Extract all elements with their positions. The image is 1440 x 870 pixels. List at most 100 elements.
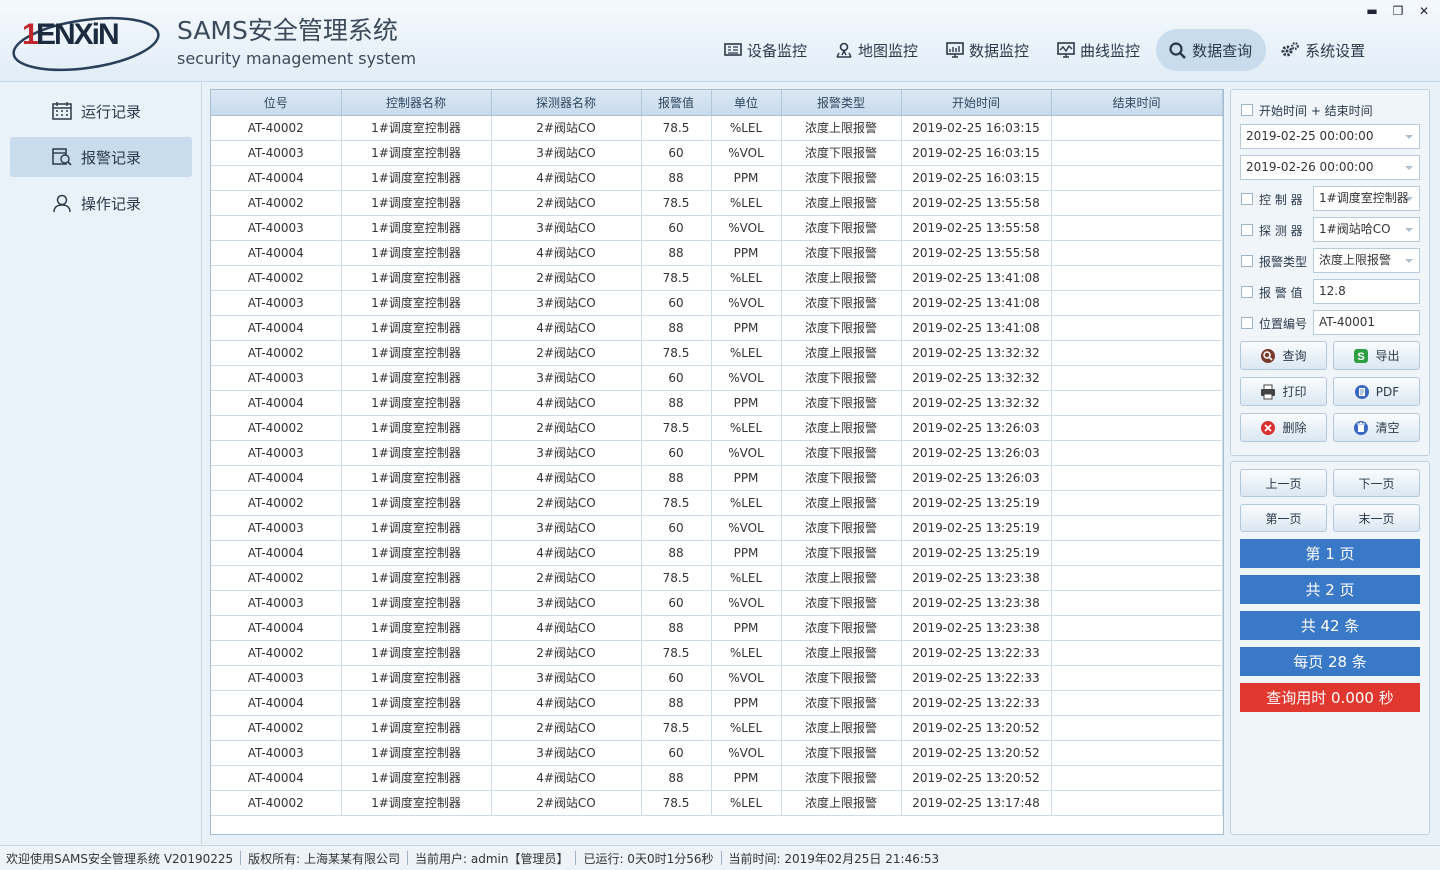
table-row[interactable]: AT-40004 1#调度室控制器 4#阀站CO 88 PPM 浓度下限报警 2019-02… [211,690,1223,716]
nav-system-settings[interactable]: 系统设置 [1268,29,1379,71]
table-cell: 2#阀站CO [491,190,642,216]
table-cell [1051,640,1223,666]
table-row[interactable]: AT-40002 1#调度室控制器 2#阀站CO 78.5 %LEL 浓度上限报警 2019… [211,115,1223,141]
table-cell [1051,390,1223,416]
table-cell: AT-40002 [211,115,342,141]
query-button[interactable]: 查询 [1240,341,1327,370]
table-cell: 2019-02-25 13:41:08 [901,315,1052,341]
nav-data-query[interactable]: 数据查询 [1156,29,1267,71]
nav-map-monitor[interactable]: 地图监控 [823,29,932,71]
prev-page-button[interactable]: 上一页 [1240,469,1327,497]
table-row[interactable]: AT-40002 1#调度室控制器 2#阀站CO 78.5 %LEL 浓度上限报警 2019… [211,565,1223,591]
export-icon: S [1354,348,1369,363]
status-current-user: 当前用户: admin【管理员】 [414,851,569,866]
table-cell [1051,340,1223,366]
table-cell [1051,490,1223,516]
nav-label: 曲线监控 [1080,41,1141,60]
table-row[interactable]: AT-40002 1#调度室控制器 2#阀站CO 78.5 %LEL 浓度上限报警 2019… [211,190,1223,216]
table-cell: 浓度下限报警 [781,390,902,416]
table-cell: %VOL [711,440,782,466]
column-header[interactable]: 报警值 [641,90,712,116]
table-row[interactable]: AT-40002 1#调度室控制器 2#阀站CO 78.5 %LEL 浓度上限报警 2019… [211,490,1223,516]
nav-curve-monitor[interactable]: 曲线监控 [1045,29,1154,71]
table-row[interactable]: AT-40004 1#调度室控制器 4#阀站CO 88 PPM 浓度下限报警 2019-02… [211,615,1223,641]
print-button[interactable]: 打印 [1240,377,1327,406]
position-input[interactable]: AT-40001 [1313,310,1420,335]
column-header[interactable]: 结束时间 [1051,90,1223,116]
table-cell: AT-40002 [211,190,342,216]
end-time-field[interactable]: 2019-02-26 00:00:00 [1240,155,1420,180]
clear-button[interactable]: 清空 [1333,413,1420,442]
table-cell: 浓度上限报警 [781,415,902,441]
table-row[interactable]: AT-40002 1#调度室控制器 2#阀站CO 78.5 %LEL 浓度上限报警 2019… [211,640,1223,666]
sidebar-item-alarm-record[interactable]: 报警记录 [10,137,192,177]
table-row[interactable]: AT-40003 1#调度室控制器 3#阀站CO 60 %VOL 浓度下限报警 2019-0… [211,740,1223,766]
table-row[interactable]: AT-40002 1#调度室控制器 2#阀站CO 78.5 %LEL 浓度上限报警 2019… [211,790,1223,816]
table-row[interactable]: AT-40004 1#调度室控制器 4#阀站CO 88 PPM 浓度下限报警 2019-02… [211,165,1223,191]
table-row[interactable]: AT-40003 1#调度室控制器 3#阀站CO 60 %VOL 浓度下限报警 2019-0… [211,290,1223,316]
controller-select[interactable]: 1#调度室控制器 [1313,186,1420,211]
table-cell: %VOL [711,215,782,241]
next-page-button[interactable]: 下一页 [1333,469,1420,497]
sidebar-item-run-record[interactable]: 运行记录 [10,91,192,131]
table-row[interactable]: AT-40003 1#调度室控制器 3#阀站CO 60 %VOL 浓度下限报警 2019-0… [211,215,1223,241]
column-header[interactable]: 位号 [211,90,342,116]
table-cell: 60 [641,590,712,616]
table-row[interactable]: AT-40004 1#调度室控制器 4#阀站CO 88 PPM 浓度下限报警 2019-02… [211,240,1223,266]
table-row[interactable]: AT-40004 1#调度室控制器 4#阀站CO 88 PPM 浓度下限报警 2019-02… [211,315,1223,341]
table-cell: AT-40002 [211,340,342,366]
table-row[interactable]: AT-40003 1#调度室控制器 3#阀站CO 60 %VOL 浓度下限报警 2019-0… [211,440,1223,466]
status-current-time: 当前时间: 2019年02月25日 21:46:53 [728,851,940,866]
table-row[interactable]: AT-40003 1#调度室控制器 3#阀站CO 60 %VOL 浓度下限报警 2019-0… [211,665,1223,691]
table-row[interactable]: AT-40004 1#调度室控制器 4#阀站CO 88 PPM 浓度下限报警 2019-02… [211,390,1223,416]
table-row[interactable]: AT-40004 1#调度室控制器 4#阀站CO 88 PPM 浓度下限报警 2019-02… [211,540,1223,566]
column-header[interactable]: 控制器名称 [341,90,492,116]
table-row[interactable]: AT-40004 1#调度室控制器 4#阀站CO 88 PPM 浓度下限报警 2019-02… [211,765,1223,791]
minimize-icon[interactable]: ▬ [1366,5,1378,17]
alarm-type-checkbox[interactable] [1241,255,1253,267]
table-cell: 3#阀站CO [491,290,642,316]
nav-device-monitor[interactable]: 设备监控 [712,29,821,71]
detector-checkbox[interactable] [1241,224,1253,236]
table-row[interactable]: AT-40003 1#调度室控制器 3#阀站CO 60 %VOL 浓度下限报警 2019-0… [211,140,1223,166]
detector-select[interactable]: 1#阀站哈CO [1313,217,1420,242]
table-cell: AT-40003 [211,365,342,391]
first-page-button[interactable]: 第一页 [1240,504,1327,532]
table-row[interactable]: AT-40003 1#调度室控制器 3#阀站CO 60 %VOL 浓度下限报警 2019-0… [211,365,1223,391]
table-cell: PPM [711,540,782,566]
nav-data-monitor[interactable]: 数据监控 [934,29,1043,71]
table-cell: 浓度上限报警 [781,565,902,591]
column-header[interactable]: 探测器名称 [491,90,642,116]
controller-checkbox[interactable] [1241,193,1253,205]
column-header[interactable]: 开始时间 [901,90,1052,116]
table-cell: 78.5 [641,715,712,741]
delete-button[interactable]: 删除 [1240,413,1327,442]
close-icon[interactable]: ✕ [1418,5,1430,17]
table-cell [1051,140,1223,166]
table-cell [1051,690,1223,716]
table-row[interactable]: AT-40004 1#调度室控制器 4#阀站CO 88 PPM 浓度下限报警 2019-02… [211,465,1223,491]
column-header[interactable]: 报警类型 [781,90,902,116]
table-cell: AT-40002 [211,715,342,741]
alarm-value-input[interactable]: 12.8 [1313,279,1420,304]
last-page-button[interactable]: 末一页 [1333,504,1420,532]
table-row[interactable]: AT-40003 1#调度室控制器 3#阀站CO 60 %VOL 浓度下限报警 2019-0… [211,515,1223,541]
table-row[interactable]: AT-40003 1#调度室控制器 3#阀站CO 60 %VOL 浓度下限报警 2019-0… [211,590,1223,616]
table-cell: 2019-02-25 13:32:32 [901,390,1052,416]
table-row[interactable]: AT-40002 1#调度室控制器 2#阀站CO 78.5 %LEL 浓度上限报警 2019… [211,415,1223,441]
column-header[interactable]: 单位 [711,90,782,116]
table-cell: PPM [711,390,782,416]
position-checkbox[interactable] [1241,317,1253,329]
pdf-button[interactable]: PDF [1333,377,1420,406]
start-time-field[interactable]: 2019-02-25 00:00:00 [1240,124,1420,149]
sidebar-item-operation-record[interactable]: 操作记录 [10,183,192,223]
table-row[interactable]: AT-40002 1#调度室控制器 2#阀站CO 78.5 %LEL 浓度上限报警 2019… [211,265,1223,291]
restore-icon[interactable]: ❐ [1392,5,1404,17]
time-range-checkbox[interactable] [1241,104,1253,116]
export-button[interactable]: S 导出 [1333,341,1420,370]
alarm-type-select[interactable]: 浓度上限报警 [1313,248,1420,273]
data-monitor-icon [946,41,964,58]
table-row[interactable]: AT-40002 1#调度室控制器 2#阀站CO 78.5 %LEL 浓度上限报警 2019… [211,340,1223,366]
alarm-value-checkbox[interactable] [1241,286,1253,298]
table-row[interactable]: AT-40002 1#调度室控制器 2#阀站CO 78.5 %LEL 浓度上限报警 2019… [211,715,1223,741]
